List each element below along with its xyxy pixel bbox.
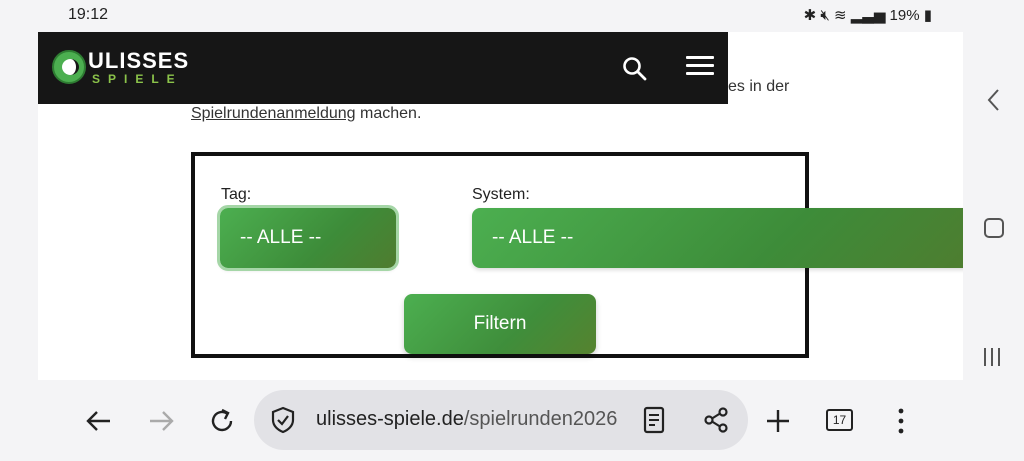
plus-icon[interactable] — [763, 406, 793, 436]
more-icon[interactable] — [886, 406, 916, 436]
intro-text-line: Spielrundenanmeldung machen. — [191, 105, 421, 123]
browser-toolbar: ulisses-spiele.de/spielrunden2026 17 — [0, 380, 1024, 461]
site-header: ULISSES SPIELE — [38, 32, 728, 104]
address-bar[interactable]: ulisses-spiele.de/spielrunden2026 — [254, 390, 748, 450]
signal-icon: ▂▃▅ — [850, 7, 886, 24]
system-back-icon[interactable] — [984, 86, 1004, 114]
dragon-logo-icon — [52, 50, 86, 84]
status-icons: ✱ 🔇︎ ≋ ▂▃▅ 19% ▮ — [804, 6, 932, 24]
intro-text-tail: es in der — [728, 78, 790, 95]
url-text[interactable]: ulisses-spiele.de/spielrunden2026 — [316, 408, 628, 431]
battery-icon: ▮ — [923, 7, 932, 24]
logo-word-spiele: SPIELE — [92, 72, 183, 86]
system-label: System: — [472, 186, 530, 203]
site-logo[interactable]: ULISSES SPIELE — [52, 48, 192, 88]
reload-icon[interactable] — [207, 406, 237, 436]
shield-icon[interactable] — [270, 406, 296, 434]
screen: 19:12 ✱ 🔇︎ ≋ ▂▃▅ 19% ▮ ULISSES SPIELE es… — [0, 0, 1024, 461]
bluetooth-icon: ✱ — [803, 7, 817, 24]
system-recents-icon[interactable] — [984, 348, 1006, 370]
battery-percent: 19% — [889, 7, 920, 24]
wifi-icon: ≋ — [834, 7, 847, 24]
url-path: /spielrunden2026 — [463, 408, 618, 430]
logo-word-ulisses: ULISSES — [88, 48, 190, 73]
reader-icon[interactable] — [642, 406, 666, 434]
search-icon[interactable] — [622, 56, 648, 82]
menu-icon[interactable] — [686, 56, 714, 80]
share-icon[interactable] — [702, 406, 730, 434]
forward-icon[interactable] — [146, 406, 176, 436]
filter-button[interactable]: Filtern — [404, 294, 596, 354]
tag-label: Tag: — [221, 186, 252, 203]
registration-link[interactable]: Spielrundenanmeldung — [191, 105, 356, 122]
url-domain: ulisses-spiele.de — [316, 408, 464, 430]
tag-select[interactable]: -- ALLE -- — [217, 205, 399, 271]
status-time: 19:12 — [68, 6, 109, 23]
web-content: ULISSES SPIELE es in der Spielrundenanme… — [38, 32, 963, 380]
mute-icon: 🔇︎ — [820, 7, 830, 24]
system-select[interactable]: -- ALLE -- — [472, 208, 963, 268]
tabs-icon[interactable]: 17 — [826, 409, 853, 431]
back-icon[interactable] — [84, 406, 114, 436]
system-home-icon[interactable] — [984, 218, 1004, 238]
intro-text-suffix: machen. — [355, 105, 422, 122]
